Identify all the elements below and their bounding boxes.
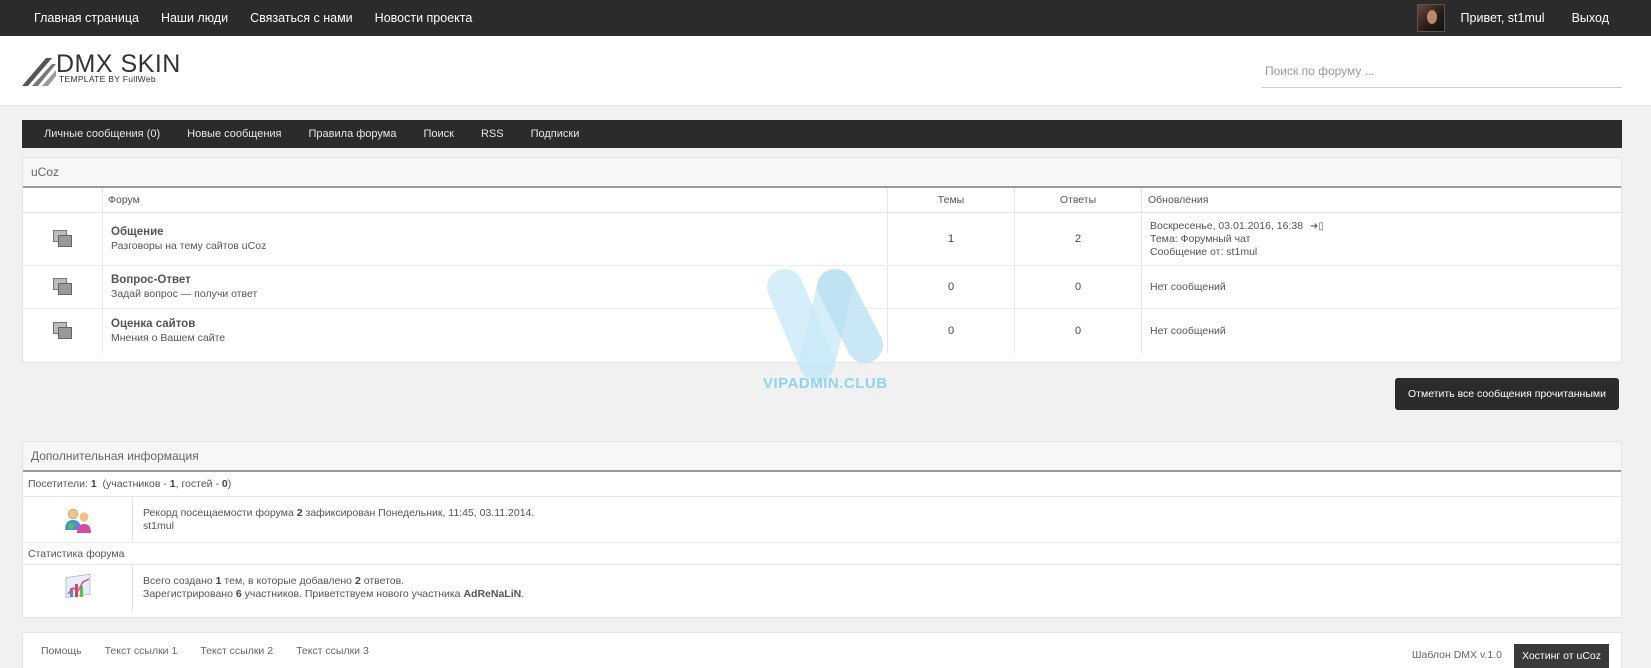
update-author[interactable]: Сообщение от: st1mul: [1150, 246, 1257, 259]
forum-row: Вопрос-Ответ Задай вопрос — получи ответ…: [23, 266, 1621, 309]
update-date: Воскресенье, 03.01.2016, 16:38: [1150, 219, 1304, 232]
forum-category-block: uCoz Форум Темы Ответы Обновления Общени…: [22, 157, 1622, 363]
users-icon: [64, 508, 91, 533]
category-link[interactable]: uCoz: [31, 165, 59, 179]
col-forum: Форум: [103, 188, 888, 212]
site-logo[interactable]: DMX SKIN TEMPLATE BY FullWeb: [22, 50, 182, 90]
site-footer: Помощь Текст ссылки 1 Текст ссылки 2 Тек…: [22, 632, 1622, 668]
logout-link[interactable]: Выход: [1572, 11, 1609, 25]
stats-registered-text: Зарегистрировано 6 участников. Приветств…: [143, 588, 525, 600]
forum-table-header: Форум Темы Ответы Обновления: [23, 188, 1621, 213]
forum-name[interactable]: Оценка сайтов: [111, 318, 195, 330]
replies-count: 0: [1015, 266, 1142, 308]
nav-news[interactable]: Новости проекта: [364, 11, 484, 25]
last-update: Нет сообщений: [1142, 266, 1621, 308]
topics-count: 0: [888, 266, 1015, 308]
update-topic[interactable]: Тема: Форумный чат: [1150, 233, 1250, 246]
menu-private-messages[interactable]: Личные сообщения (0): [44, 128, 160, 140]
footer-link-1[interactable]: Текст ссылки 1: [105, 645, 178, 657]
nav-people[interactable]: Наши люди: [150, 11, 239, 25]
nav-contact[interactable]: Связаться с нами: [239, 11, 364, 25]
mark-all-read-button[interactable]: Отметить все сообщения прочитанными: [1395, 378, 1619, 410]
top-nav: Главная страница Наши люди Связаться с н…: [22, 0, 483, 36]
footer-link-help[interactable]: Помощь: [41, 645, 82, 657]
template-version: Шаблон DMX v.1.0: [1411, 649, 1502, 661]
last-post-icon[interactable]: ➜▯: [1310, 220, 1324, 233]
avatar[interactable]: [1416, 4, 1445, 32]
menu-rss[interactable]: RSS: [481, 128, 504, 140]
record-text: Рекорд посещаемости форума 2 зафиксирова…: [143, 506, 535, 519]
online-user-link[interactable]: st1mul: [143, 520, 1621, 533]
last-update: Нет сообщений: [1142, 309, 1621, 353]
hosting-badge[interactable]: Хостинг от uCoz: [1513, 644, 1609, 668]
forum-row: Общение Разговоры на тему сайтов uCoz 1 …: [23, 213, 1621, 266]
footer-link-3[interactable]: Текст ссылки 3: [296, 645, 369, 657]
no-messages: Нет сообщений: [1150, 324, 1226, 337]
last-update: Воскресенье, 03.01.2016, 16:38 ➜▯ Тема: …: [1142, 213, 1621, 265]
forum-name[interactable]: Вопрос-Ответ: [111, 274, 191, 286]
forum-menu-bar: Личные сообщения (0) Новые сообщения Пра…: [22, 120, 1622, 148]
search-input[interactable]: [1262, 63, 1622, 78]
forum-read-icon: [52, 278, 73, 296]
menu-search[interactable]: Поиск: [423, 128, 453, 140]
stats-created-text: Всего создано 1 тем, в которые добавлено…: [143, 575, 405, 587]
chart-icon: [65, 574, 90, 598]
forum-read-icon: [52, 230, 73, 248]
additional-info-block: Дополнительная информация Посетители: 1 …: [22, 441, 1622, 618]
forum-description: Разговоры на тему сайтов uCoz: [111, 240, 267, 252]
col-topics: Темы: [888, 188, 1015, 212]
watermark-text: VIPADMIN.CLUB: [763, 375, 888, 392]
replies-count: 2: [1015, 213, 1142, 265]
stats-title: Статистика форума: [23, 543, 1621, 565]
category-title: uCoz: [23, 158, 1621, 188]
visitors-row: Рекорд посещаемости форума 2 зафиксирова…: [23, 497, 1621, 543]
stats-row: Всего создано 1 тем, в которые добавлено…: [23, 565, 1621, 611]
menu-new-messages[interactable]: Новые сообщения: [187, 128, 281, 140]
menu-forum-rules[interactable]: Правила форума: [309, 128, 397, 140]
visitors-line: Посетители: 1 (участников - 1, гостей - …: [23, 472, 1621, 497]
forum-read-icon: [52, 322, 73, 340]
footer-link-2[interactable]: Текст ссылки 2: [200, 645, 273, 657]
forum-search: [1262, 54, 1622, 88]
new-member-link[interactable]: AdReNaLiN: [463, 588, 521, 600]
forum-description: Мнения о Вашем сайте: [111, 332, 226, 344]
topics-count: 0: [888, 309, 1015, 353]
site-header: DMX SKIN TEMPLATE BY FullWeb: [0, 36, 1651, 106]
menu-subscriptions[interactable]: Подписки: [531, 128, 580, 140]
top-bar: Главная страница Наши люди Связаться с н…: [0, 0, 1651, 36]
forum-name[interactable]: Общение: [111, 226, 164, 238]
no-messages: Нет сообщений: [1150, 280, 1226, 293]
nav-home[interactable]: Главная страница: [22, 11, 150, 25]
col-updates: Обновления: [1148, 194, 1209, 206]
topics-count: 1: [888, 213, 1015, 265]
col-replies: Ответы: [1015, 188, 1142, 212]
replies-count: 0: [1015, 309, 1142, 353]
forum-row: Оценка сайтов Мнения о Вашем сайте 0 0 Н…: [23, 309, 1621, 353]
logo-subtitle: TEMPLATE BY FullWeb: [59, 74, 156, 84]
logo-stripes-icon: [22, 58, 56, 86]
footer-links: Помощь Текст ссылки 1 Текст ссылки 2 Тек…: [41, 633, 392, 668]
info-title: Дополнительная информация: [23, 442, 1621, 472]
user-greeting[interactable]: Привет, st1mul: [1461, 11, 1545, 25]
user-area: Привет, st1mul Выход: [1416, 0, 1651, 36]
forum-description: Задай вопрос — получи ответ: [111, 288, 258, 300]
